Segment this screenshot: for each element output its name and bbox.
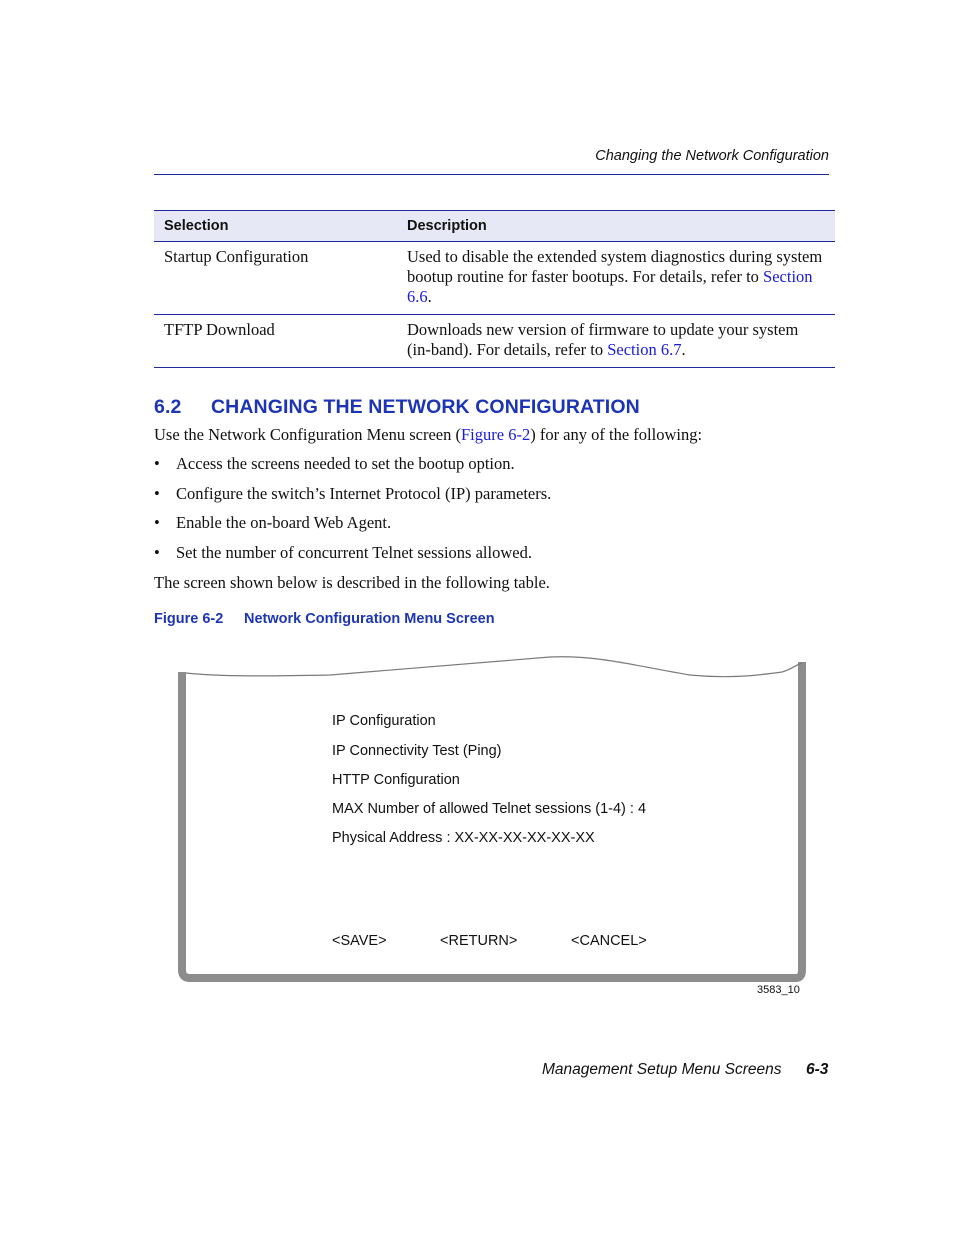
bullet-text: Enable the on-board Web Agent. bbox=[176, 513, 392, 532]
selection-cell: Startup Configuration bbox=[154, 241, 397, 315]
physical-address-readout: Physical Address : XX-XX-XX-XX-XX-XX bbox=[332, 830, 595, 846]
menu-item-http-configuration[interactable]: HTTP Configuration bbox=[332, 772, 460, 788]
column-header-description: Description bbox=[397, 210, 835, 242]
section-title: CHANGING THE NETWORK CONFIGURATION bbox=[211, 396, 640, 418]
outro-paragraph: The screen shown below is described in t… bbox=[154, 573, 550, 592]
torn-top-edge bbox=[185, 656, 803, 678]
section-heading: 6.2 CHANGING THE NETWORK CONFIGURATION bbox=[154, 396, 640, 419]
figure-caption: Figure 6-2 Network Configuration Menu Scr… bbox=[154, 611, 495, 627]
table-header-row: Selection Description bbox=[154, 210, 835, 242]
bullet-text: Configure the switch’s Internet Protocol… bbox=[176, 484, 552, 503]
punctuation: . bbox=[681, 340, 686, 359]
description-text: Used to disable the extended system diag… bbox=[407, 247, 823, 286]
figure-link[interactable]: Figure 6-2 bbox=[461, 425, 530, 444]
intro-text: Use the Network Configuration Menu scree… bbox=[154, 425, 461, 444]
footer-title: Management Setup Menu Screens bbox=[542, 1061, 782, 1078]
bullet-icon: • bbox=[154, 454, 160, 473]
intro-text-end: ) for any of the following: bbox=[530, 425, 703, 444]
bullet-icon: • bbox=[154, 484, 160, 503]
frame-left-edge bbox=[178, 662, 806, 982]
description-text: Downloads new version of firmware to upd… bbox=[407, 320, 799, 359]
punctuation: . bbox=[427, 287, 432, 306]
bullet-item: • Access the screens needed to set the bo… bbox=[154, 454, 515, 474]
figure-number: Figure 6-2 bbox=[154, 611, 224, 627]
bullet-text: Access the screens needed to set the boo… bbox=[176, 454, 515, 473]
section-number: 6.2 bbox=[154, 396, 182, 418]
header-rule bbox=[154, 174, 829, 175]
intro-paragraph: Use the Network Configuration Menu scree… bbox=[154, 425, 702, 445]
description-cell: Used to disable the extended system diag… bbox=[397, 241, 835, 315]
bullet-item: • Set the number of concurrent Telnet ses… bbox=[154, 543, 532, 563]
column-header-selection: Selection bbox=[154, 210, 397, 242]
table-row: Startup Configuration Used to disable th… bbox=[154, 241, 835, 315]
telnet-sessions-field[interactable]: MAX Number of allowed Telnet sessions (1… bbox=[332, 801, 646, 817]
bullet-text: Set the number of concurrent Telnet sess… bbox=[176, 543, 532, 562]
figure-title: Network Configuration Menu Screen bbox=[244, 611, 495, 627]
bullet-icon: • bbox=[154, 513, 160, 532]
return-button[interactable]: <RETURN> bbox=[440, 933, 517, 949]
menu-item-ip-configuration[interactable]: IP Configuration bbox=[332, 713, 436, 729]
menu-item-ip-connectivity-test[interactable]: IP Connectivity Test (Ping) bbox=[332, 743, 502, 759]
figure-art-id: 3583_10 bbox=[757, 984, 800, 996]
bullet-item: • Configure the switch’s Internet Protoco… bbox=[154, 484, 551, 504]
save-button[interactable]: <SAVE> bbox=[332, 933, 387, 949]
cancel-button[interactable]: <CANCEL> bbox=[571, 933, 647, 949]
page-number: 6-3 bbox=[806, 1061, 829, 1078]
table-row: TFTP Download Downloads new version of f… bbox=[154, 314, 835, 368]
running-header: Changing the Network Configuration bbox=[595, 148, 829, 164]
section-link[interactable]: Section 6.7 bbox=[607, 340, 681, 359]
selection-table: Selection Description Startup Configurat… bbox=[154, 210, 835, 368]
description-cell: Downloads new version of firmware to upd… bbox=[397, 314, 835, 368]
selection-cell: TFTP Download bbox=[154, 314, 397, 368]
bullet-item: • Enable the on-board Web Agent. bbox=[154, 513, 391, 533]
bullet-icon: • bbox=[154, 543, 160, 562]
